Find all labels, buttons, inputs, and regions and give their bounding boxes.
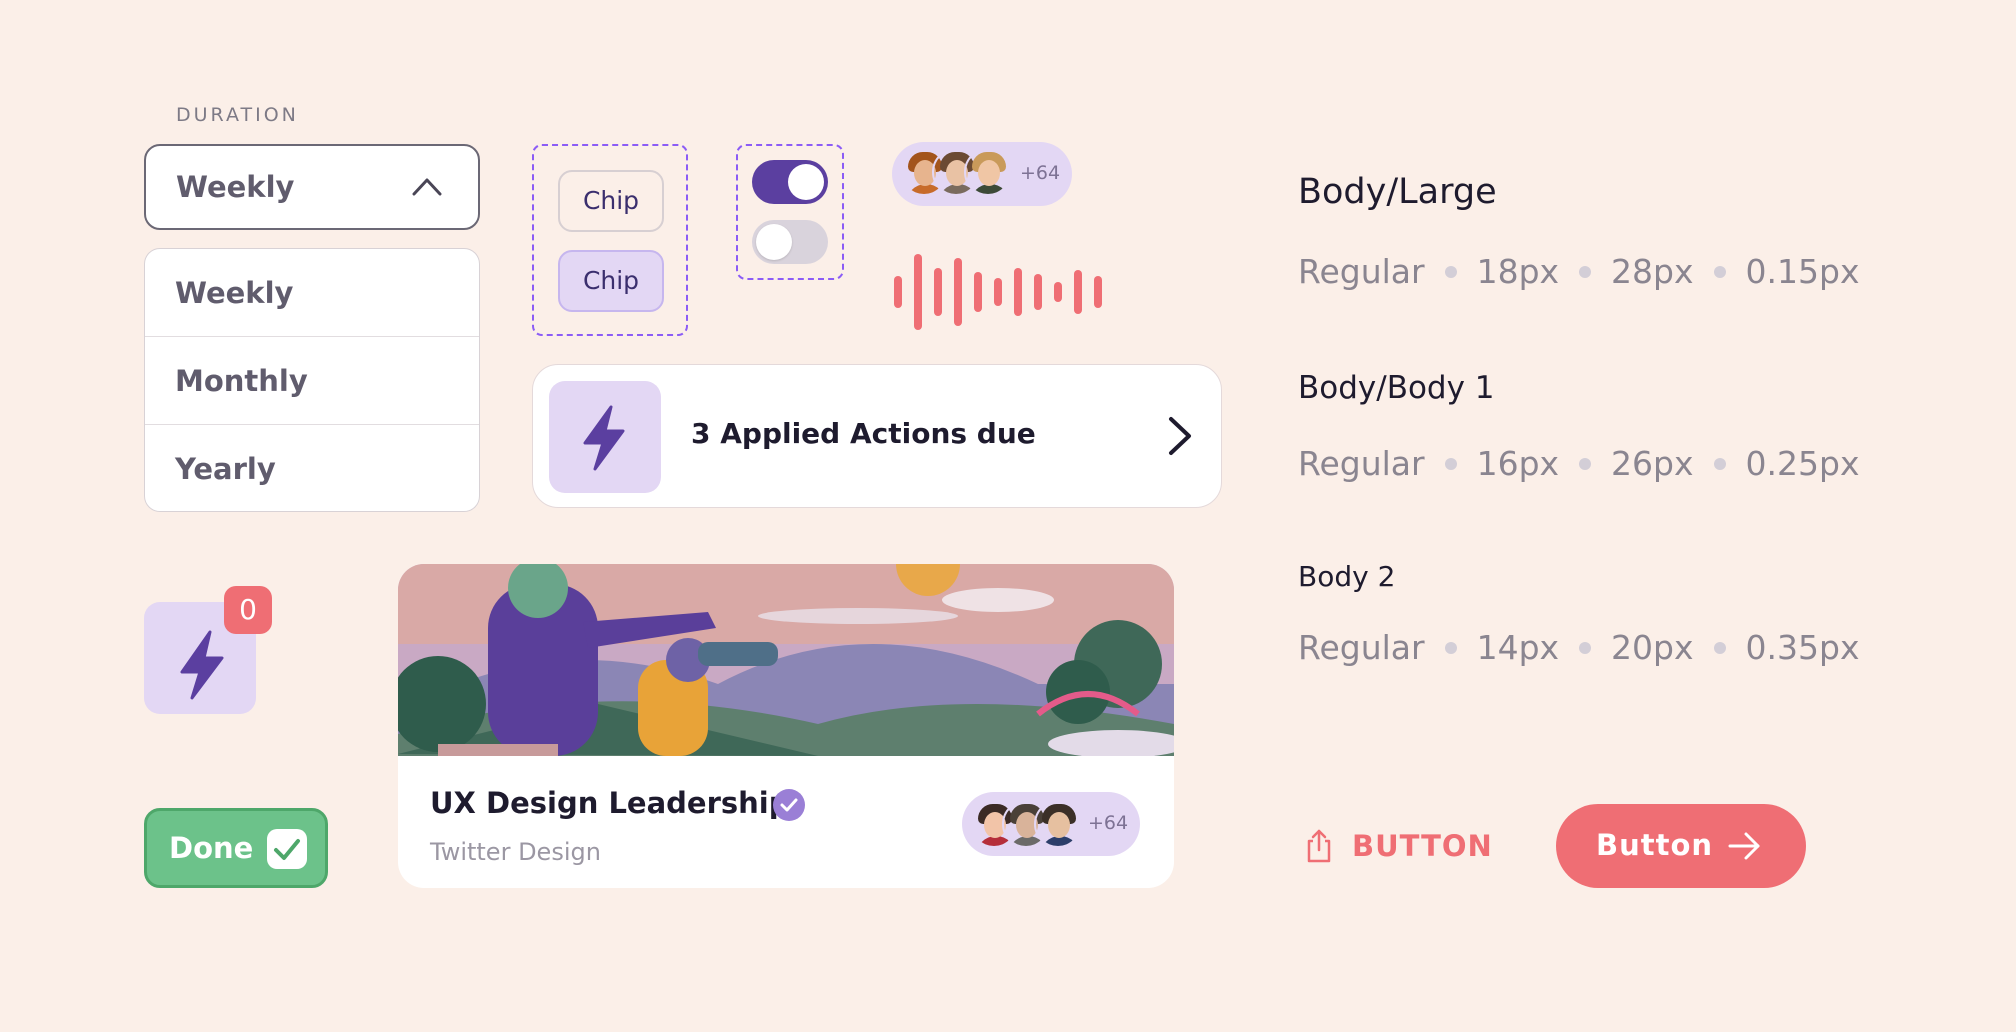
avatar	[964, 148, 1012, 196]
verified-icon	[773, 789, 805, 821]
duration-menu: Weekly Monthly Yearly	[144, 248, 480, 512]
duration-option-weekly[interactable]: Weekly	[145, 249, 479, 337]
toggle-on[interactable]	[752, 160, 828, 204]
check-icon	[274, 839, 300, 860]
arrow-right-icon	[1728, 832, 1760, 860]
course-members-avatar-group[interactable]: +64	[962, 792, 1140, 856]
duration-option-monthly[interactable]: Monthly	[145, 337, 479, 425]
avatar	[1034, 800, 1082, 848]
toggle-off[interactable]	[752, 220, 828, 264]
course-card[interactable]: UX Design Leadership Twitter Design +64	[398, 564, 1174, 888]
dropdown-label: DURATION	[176, 104, 299, 126]
type-spec-row: Regular 18px 28px 0.15px	[1298, 252, 1859, 291]
type-letter-spacing: 0.25px	[1745, 444, 1860, 483]
type-weight: Regular	[1298, 628, 1425, 667]
type-letter-spacing: 0.15px	[1745, 252, 1860, 291]
type-weight: Regular	[1298, 444, 1425, 483]
chevron-up-icon	[412, 178, 442, 196]
type-line-height: 28px	[1611, 252, 1694, 291]
course-title: UX Design Leadership	[430, 786, 790, 820]
done-button-label: Done	[169, 831, 254, 865]
share-icon	[1307, 829, 1331, 863]
primary-button[interactable]: Button	[1556, 804, 1806, 888]
avatar-group[interactable]: +64	[892, 142, 1072, 206]
chip-default[interactable]: Chip	[558, 170, 664, 232]
toggle-knob	[788, 164, 824, 200]
chevron-right-icon	[1169, 417, 1191, 455]
done-button[interactable]: Done	[144, 808, 328, 888]
text-button[interactable]: BUTTON	[1304, 828, 1493, 864]
bolt-icon	[583, 405, 625, 471]
waveform-icon	[894, 254, 1102, 330]
type-size: 14px	[1476, 628, 1560, 667]
chip-group: Chip Chip	[532, 144, 688, 336]
type-size: 18px	[1476, 252, 1560, 291]
notification-badge: 0	[224, 586, 272, 634]
type-spec-title: Body/Body 1	[1298, 370, 1495, 406]
avatar-count: +64	[1020, 162, 1061, 184]
primary-button-label: Button	[1596, 828, 1714, 862]
duration-selected-value: Weekly	[176, 170, 295, 204]
text-button-label: BUTTON	[1352, 829, 1493, 863]
applied-actions-card[interactable]: 3 Applied Actions due	[532, 364, 1222, 508]
type-weight: Regular	[1298, 252, 1425, 291]
duration-select[interactable]: Weekly	[144, 144, 480, 230]
type-size: 16px	[1476, 444, 1560, 483]
type-letter-spacing: 0.35px	[1745, 628, 1860, 667]
check-box	[267, 829, 307, 869]
type-spec-row: Regular 14px 20px 0.35px	[1298, 628, 1859, 667]
type-spec-row: Regular 16px 26px 0.25px	[1298, 444, 1859, 483]
type-spec-title: Body/Large	[1298, 172, 1497, 212]
type-line-height: 26px	[1611, 444, 1694, 483]
course-subtitle: Twitter Design	[430, 838, 601, 866]
avatar-count: +64	[1088, 812, 1129, 834]
course-illustration	[398, 564, 1174, 756]
actions-text: 3 Applied Actions due	[691, 417, 1036, 450]
duration-option-yearly[interactable]: Yearly	[145, 425, 479, 511]
chip-selected[interactable]: Chip	[558, 250, 664, 312]
type-spec-title: Body 2	[1298, 560, 1396, 593]
actions-icon-tile	[549, 381, 661, 493]
toggle-group	[736, 144, 844, 280]
type-line-height: 20px	[1611, 628, 1694, 667]
toggle-knob	[756, 224, 792, 260]
